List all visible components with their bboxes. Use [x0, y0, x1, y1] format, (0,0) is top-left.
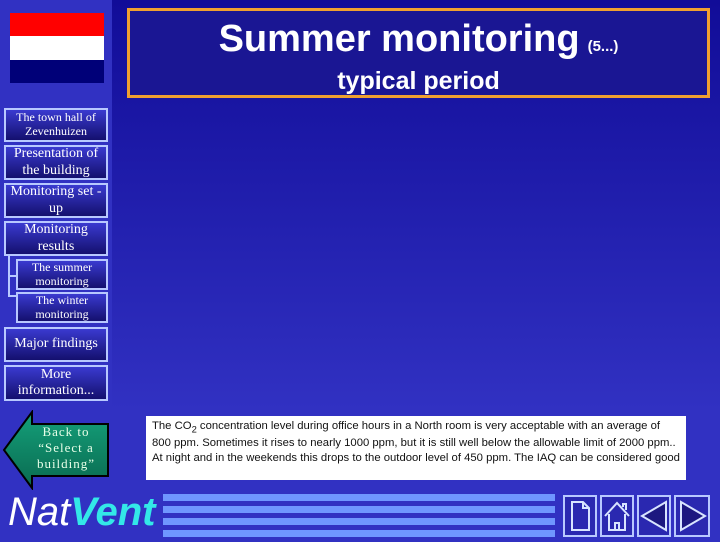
- previous-icon: [640, 500, 667, 532]
- sidebar-item-label: Presentation of the building: [13, 146, 99, 178]
- sidebar-item-presentation[interactable]: Presentation of the building: [4, 145, 108, 180]
- flag-blue-stripe: [10, 59, 104, 83]
- sidebar-item-winter-monitoring[interactable]: The winter monitoring: [16, 292, 108, 323]
- stripe: [163, 530, 555, 537]
- next-button[interactable]: [674, 495, 710, 537]
- sidebar-item-label: Monitoring set -up: [10, 184, 102, 216]
- flag-red-stripe: [10, 13, 104, 37]
- title-text: Summer monitoring: [218, 18, 580, 60]
- stripe: [163, 518, 555, 525]
- next-icon: [680, 500, 707, 532]
- title-box: Summer monitoring (5...) typical period: [127, 8, 710, 98]
- sidebar-item-monitoring-setup[interactable]: Monitoring set -up: [4, 183, 108, 218]
- desc-part: concentration level during office hours …: [152, 420, 680, 465]
- stripe: [163, 494, 555, 501]
- flag-white-stripe: [10, 36, 104, 60]
- tree-connector: [8, 295, 16, 297]
- title-suffix: (5...): [587, 38, 619, 55]
- page-subtitle: typical period: [337, 67, 500, 95]
- sidebar-item-label: The winter monitoring: [35, 292, 89, 321]
- document-icon: [571, 501, 590, 531]
- sidebar-item-monitoring-results[interactable]: Monitoring results: [4, 221, 108, 256]
- back-button-label: Back to “Select a building”: [36, 424, 96, 471]
- page-title: Summer monitoring (5...): [130, 19, 707, 67]
- sidebar-item-label: The summer monitoring: [31, 259, 93, 288]
- stripe: [163, 506, 555, 513]
- sidebar-item-label: Major findings: [14, 336, 98, 352]
- natvent-logo: NatVent: [8, 490, 155, 534]
- decorative-stripes: [163, 494, 555, 542]
- sidebar-item-town-hall[interactable]: The town hall of Zevenhuizen: [4, 108, 108, 142]
- document-button[interactable]: [563, 495, 597, 537]
- sidebar-item-major-findings[interactable]: Major findings: [4, 327, 108, 362]
- home-button[interactable]: [600, 495, 634, 537]
- logo-part1: Nat: [8, 490, 71, 534]
- sidebar-item-label: More information...: [17, 366, 95, 398]
- previous-button[interactable]: [637, 495, 671, 537]
- sidebar-item-summer-monitoring[interactable]: The summer monitoring: [16, 259, 108, 290]
- logo-part2: Vent: [70, 490, 156, 534]
- netherlands-flag: [10, 13, 104, 83]
- sidebar-item-more-information[interactable]: More information...: [4, 365, 108, 401]
- tree-connector: [8, 275, 16, 277]
- description-text: The CO2 concentration level during offic…: [146, 416, 686, 480]
- home-icon: [604, 501, 630, 531]
- sidebar-item-label: The town hall of Zevenhuizen: [16, 110, 96, 138]
- sidebar-item-label: Monitoring results: [24, 222, 88, 254]
- desc-part: The CO: [152, 420, 192, 432]
